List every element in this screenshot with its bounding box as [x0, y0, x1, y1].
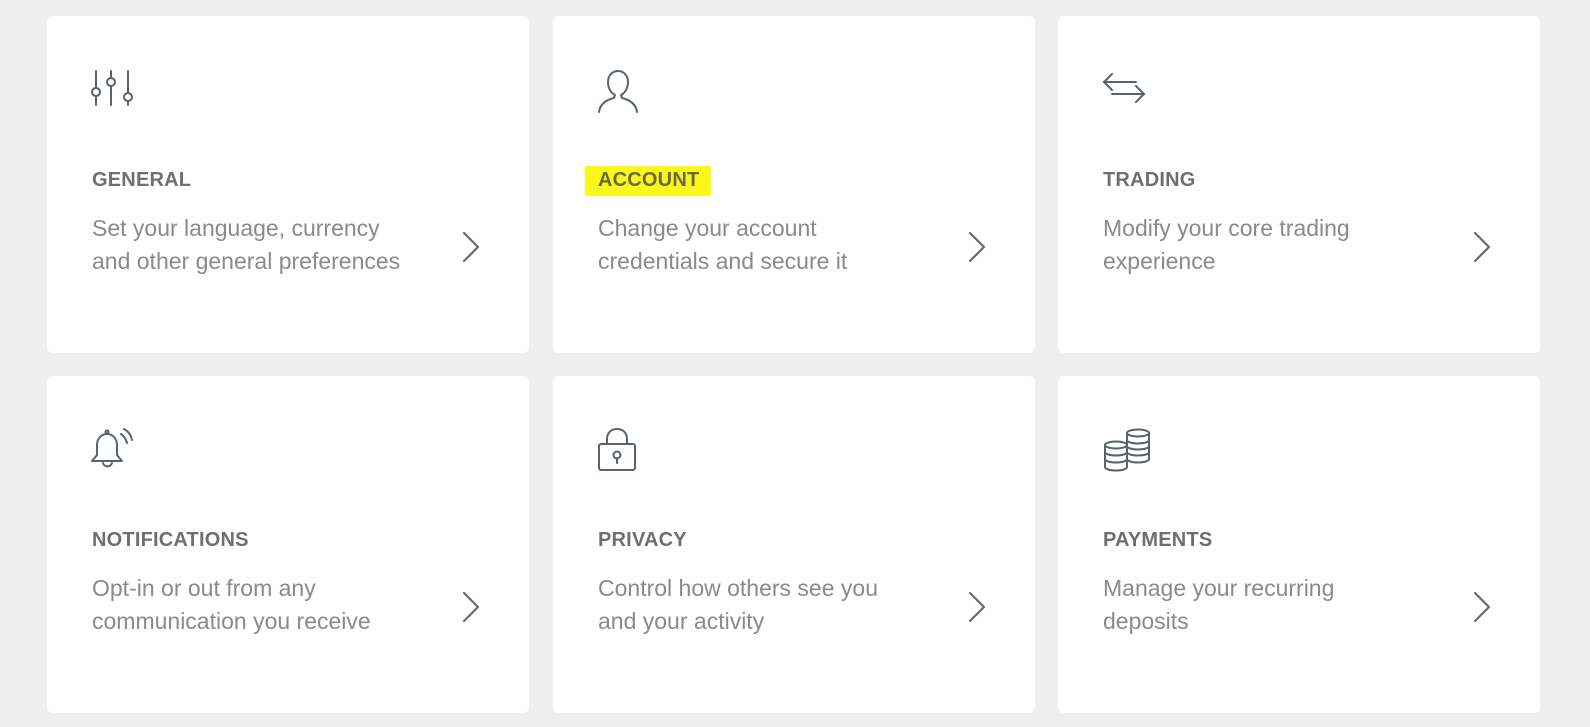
card-title: PRIVACY	[598, 529, 687, 551]
chevron-right-icon[interactable]	[461, 230, 481, 264]
settings-grid: GENERAL Set your language, currency and …	[0, 0, 1590, 727]
card-description: Control how others see you and your acti…	[598, 575, 878, 634]
chevron-right-icon[interactable]	[461, 590, 481, 624]
coins-icon	[1102, 428, 1152, 474]
chevron-right-icon[interactable]	[967, 230, 987, 264]
card-description: Manage your recurring deposits	[1103, 575, 1335, 634]
card-payments[interactable]: PAYMENTS Manage your recurring deposits	[1058, 376, 1540, 713]
user-icon	[597, 68, 647, 114]
card-description: Set your language, currency and other ge…	[92, 215, 401, 274]
chevron-right-icon[interactable]	[967, 590, 987, 624]
card-description: Change your account credentials and secu…	[598, 215, 848, 274]
card-account[interactable]: ACCOUNT Change your account credentials …	[553, 16, 1035, 353]
card-notifications[interactable]: NOTIFICATIONS Opt-in or out from any com…	[47, 376, 529, 713]
lock-icon	[597, 428, 647, 474]
sliders-icon	[91, 68, 141, 114]
card-description: Opt-in or out from any communication you…	[92, 575, 371, 634]
bell-icon	[91, 428, 141, 474]
card-title: GENERAL	[92, 169, 192, 191]
card-title: NOTIFICATIONS	[92, 529, 249, 551]
chevron-right-icon[interactable]	[1472, 230, 1492, 264]
swap-arrows-icon	[1102, 68, 1152, 114]
card-general[interactable]: GENERAL Set your language, currency and …	[47, 16, 529, 353]
card-trading[interactable]: TRADING Modify your core trading experie…	[1058, 16, 1540, 353]
card-description: Modify your core trading experience	[1103, 215, 1350, 274]
card-title: PAYMENTS	[1103, 529, 1213, 551]
card-title-highlighted: ACCOUNT	[585, 166, 712, 196]
card-title: TRADING	[1103, 169, 1196, 191]
chevron-right-icon[interactable]	[1472, 590, 1492, 624]
card-privacy[interactable]: PRIVACY Control how others see you and y…	[553, 376, 1035, 713]
